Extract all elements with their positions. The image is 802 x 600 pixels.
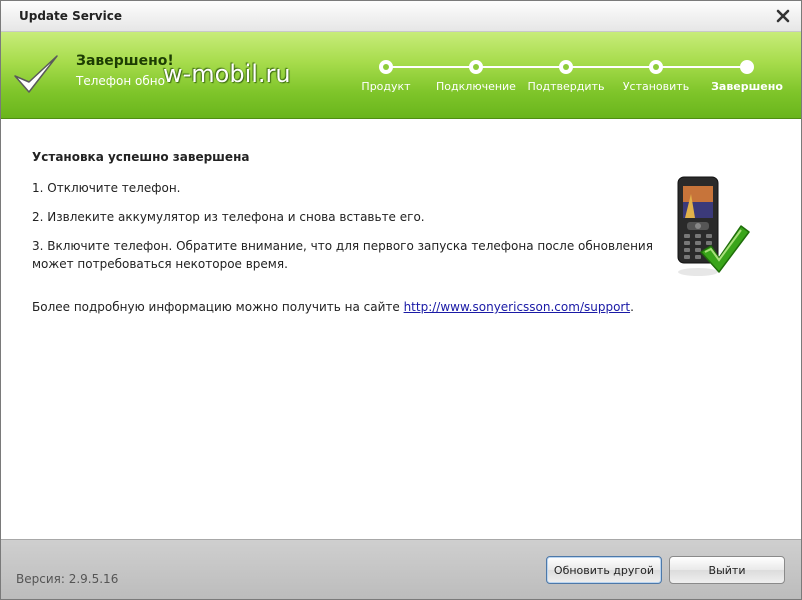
step-dot (559, 60, 573, 74)
header-subtitle: Телефон обно (76, 74, 165, 88)
instruction-step-1: 1. Отключите телефон. (32, 181, 181, 195)
step-finished: Завершено (687, 60, 801, 93)
update-service-window: Update Service Завершено! Телефон обно w… (0, 0, 802, 600)
footer-bar: Версия: 2.9.5.16 Обновить другой Выйти (1, 539, 801, 599)
watermark: w-mobil.ru (163, 60, 291, 88)
step-dot-active (740, 60, 754, 74)
close-button[interactable] (773, 6, 793, 26)
more-info-suffix: . (630, 300, 634, 314)
instruction-step-3: 3. Включите телефон. Обратите внимание, … (32, 239, 653, 271)
success-title: Установка успешно завершена (32, 150, 250, 164)
title-bar: Update Service (1, 1, 801, 32)
more-info-prefix: Более подробную информацию можно получит… (32, 300, 404, 314)
step-dot (469, 60, 483, 74)
instruction-step-2: 2. Извлеките аккумулятор из телефона и с… (32, 210, 425, 224)
window-title: Update Service (19, 9, 122, 23)
main-content: Установка успешно завершена 1. Отключите… (1, 119, 801, 539)
progress-header: Завершено! Телефон обно w-mobil.ru Проду… (1, 32, 801, 119)
close-icon (776, 9, 790, 23)
step-label: Завершено (711, 80, 783, 93)
header-title: Завершено! (76, 53, 174, 69)
version-label: Версия: 2.9.5.16 (16, 572, 119, 586)
step-dot (649, 60, 663, 74)
support-link[interactable]: http://www.sonyericsson.com/support (404, 300, 630, 314)
checkmark-icon (14, 55, 58, 93)
phone-with-checkmark-icon (677, 176, 750, 276)
update-another-button[interactable]: Обновить другой (546, 556, 662, 584)
step-dot (379, 60, 393, 74)
exit-button[interactable]: Выйти (669, 556, 785, 584)
more-info-text: Более подробную информацию можно получит… (32, 298, 732, 316)
